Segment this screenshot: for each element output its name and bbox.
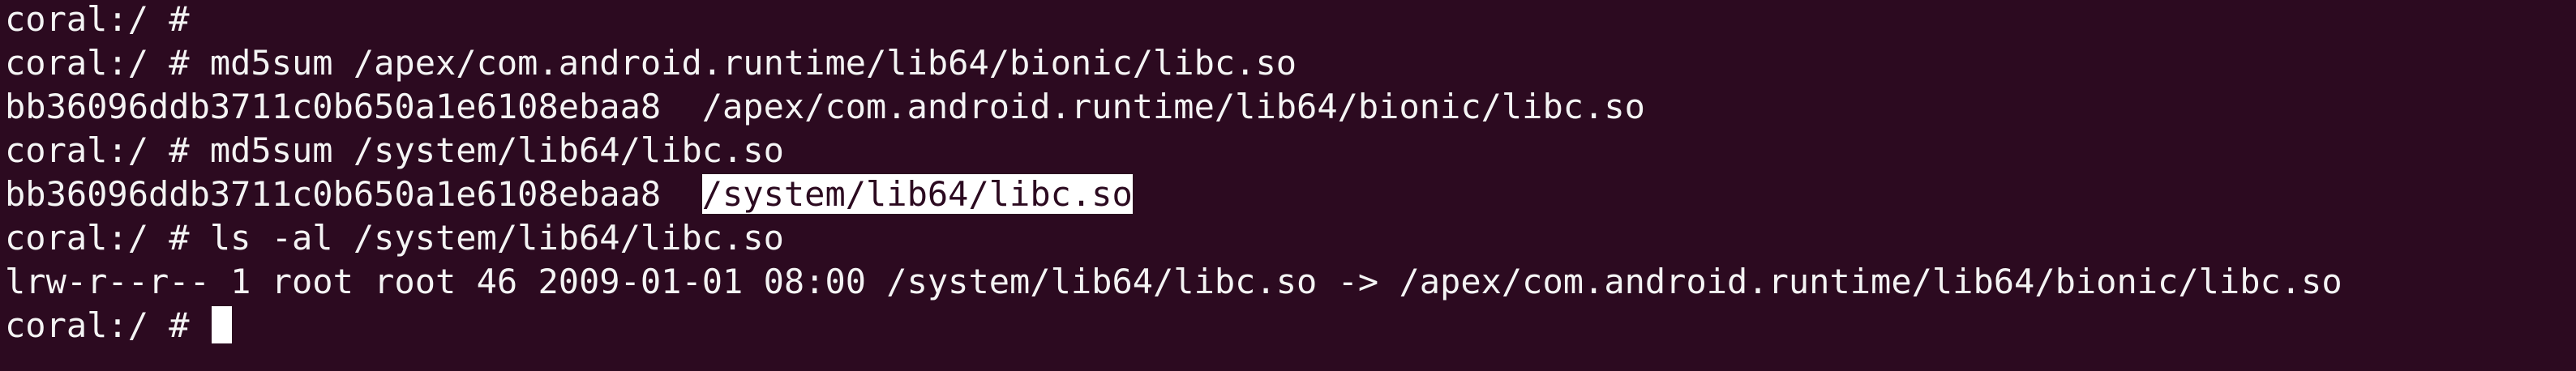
prompt-text: coral:/ # [5, 305, 210, 345]
terminal-line-command: coral:/ # md5sum /apex/com.android.runti… [5, 43, 1297, 83]
terminal-window[interactable]: coral:/ # coral:/ # md5sum /apex/com.and… [0, 0, 2576, 371]
output-hash: bb36096ddb3711c0b650a1e6108ebaa8 [5, 174, 702, 214]
terminal-line-command: coral:/ # ls -al /system/lib64/libc.so [5, 218, 784, 258]
terminal-line-output: lrw-r--r-- 1 root root 46 2009-01-01 08:… [5, 262, 2342, 301]
terminal-line-output: bb36096ddb3711c0b650a1e6108ebaa8 /system… [5, 173, 1133, 216]
selected-text[interactable]: /system/lib64/libc.so [701, 174, 1133, 214]
terminal-line-prompt: coral:/ # [5, 0, 190, 39]
terminal-line-command: coral:/ # md5sum /system/lib64/libc.so [5, 130, 784, 170]
text-cursor [211, 306, 232, 343]
terminal-line-output: bb36096ddb3711c0b650a1e6108ebaa8 /apex/c… [5, 87, 1645, 126]
terminal-line-active-prompt[interactable]: coral:/ # [5, 304, 232, 348]
